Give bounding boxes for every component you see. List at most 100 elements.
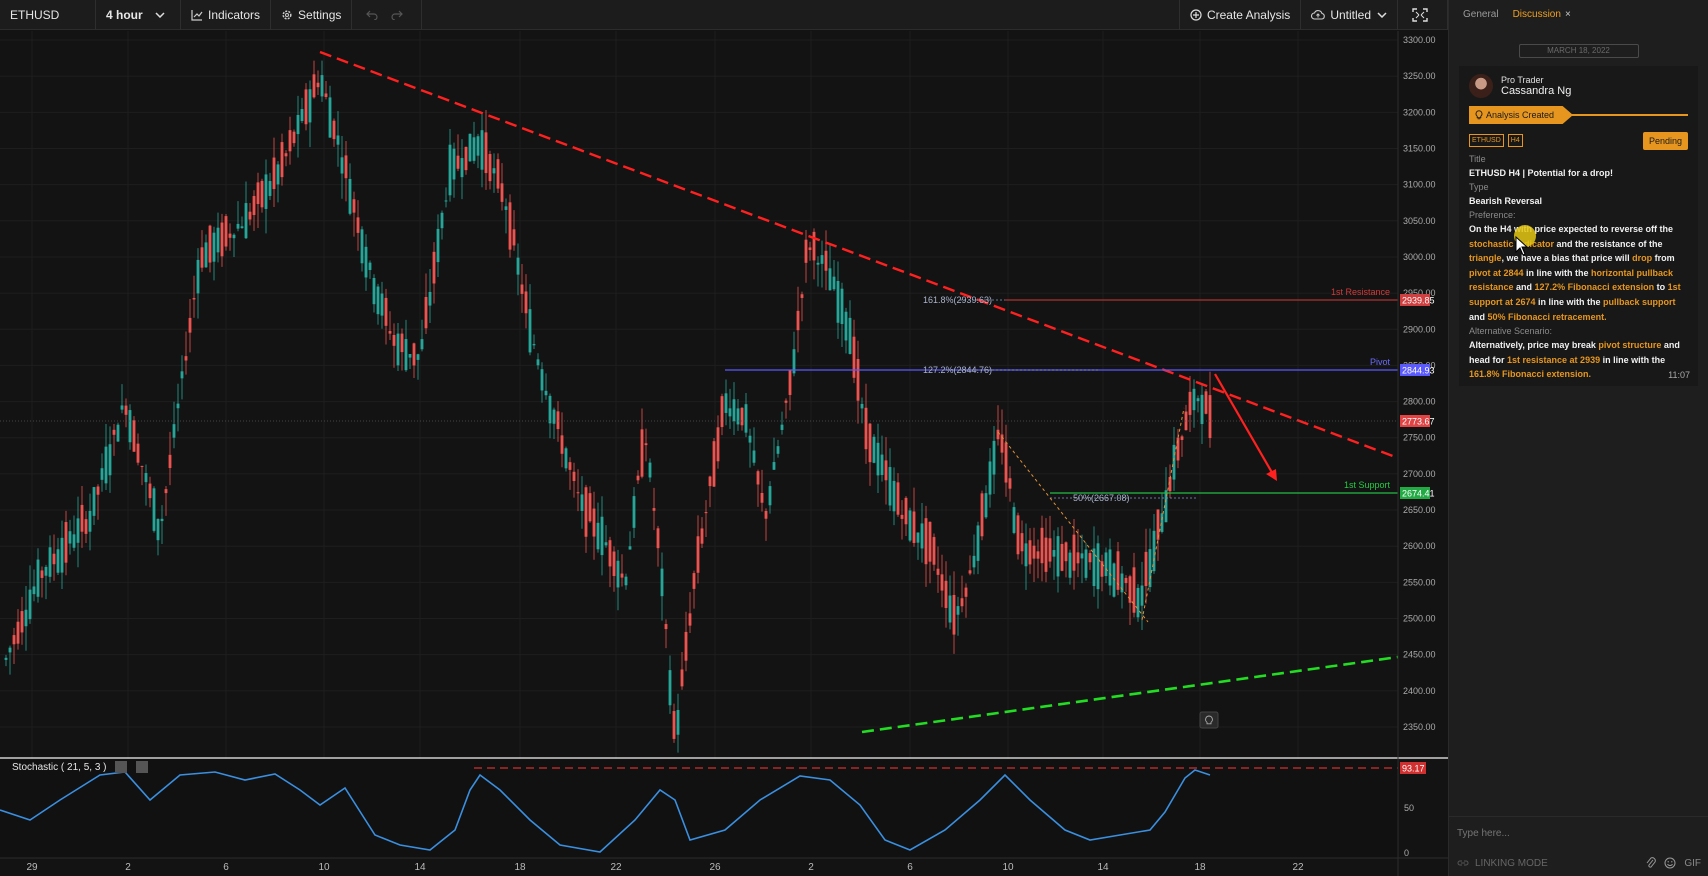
time-tick-label: 14 [414, 862, 426, 873]
attachment-icon[interactable] [1646, 857, 1657, 869]
candle-body [56, 549, 60, 573]
pivot-label: Pivot [1370, 357, 1391, 367]
candle-body [560, 435, 564, 454]
indicators-button[interactable]: Indicators [181, 0, 272, 30]
analysis-title: ETHUSD H4 | Potential for a drop! [1469, 168, 1614, 178]
time-tick-label: 14 [1097, 862, 1109, 873]
candle-body [396, 333, 400, 366]
highlight-term: pivot at 2844 [1469, 267, 1524, 278]
candle-body [928, 521, 932, 562]
layout-dropdown[interactable]: Untitled [1301, 0, 1398, 30]
highlight-term: stochastic indicator [1469, 238, 1555, 249]
time-tick-label: 6 [907, 862, 913, 873]
candle-body [988, 461, 992, 495]
candle-body [1056, 536, 1060, 577]
time-tick-label: 18 [1194, 862, 1206, 873]
candle-body [628, 546, 632, 550]
candle-body [1200, 394, 1204, 425]
candle-body [636, 475, 640, 481]
tab-discussion[interactable]: Discussion × [1513, 9, 1571, 20]
settings-button[interactable]: Settings [271, 0, 353, 30]
price-chart[interactable]: 161.8%(2939.63) 127.2%(2844.76) 50%(2667… [0, 31, 1448, 876]
candle-body [320, 75, 324, 97]
candle-body [232, 234, 236, 239]
candle-body [60, 537, 64, 573]
candle-body [452, 148, 456, 180]
candle-body [1100, 561, 1104, 577]
resistance-label: 1st Resistance [1331, 287, 1390, 297]
message-time: 11:07 [1668, 370, 1690, 380]
candle-body [188, 317, 192, 333]
time-tick-label: 2 [808, 862, 814, 873]
candle-body [1028, 540, 1032, 565]
candle-body [1136, 587, 1140, 618]
interval-dropdown[interactable]: 4 hour [96, 0, 181, 30]
candle-body [872, 436, 876, 463]
text-run: and [1513, 282, 1535, 293]
candle-body [1204, 391, 1208, 414]
pending-badge: Pending [1642, 132, 1688, 150]
analysis-card[interactable]: Pro Trader Cassandra Ng Analysis Created… [1459, 66, 1698, 386]
time-tick-label: 22 [610, 862, 622, 873]
avatar[interactable] [1469, 74, 1493, 98]
tab-general[interactable]: General [1463, 9, 1499, 20]
candle-body [880, 454, 884, 475]
candle-body [332, 120, 336, 140]
candle-body [88, 510, 92, 532]
create-analysis-button[interactable]: Create Analysis [1180, 0, 1302, 30]
candle-body [948, 595, 952, 623]
candle-body [112, 429, 116, 435]
idea-bulb-icon[interactable] [1199, 711, 1219, 729]
candle-body [440, 212, 444, 229]
toolbar-spacer [422, 0, 1180, 30]
text-run: to [1654, 282, 1668, 293]
gif-button[interactable]: GIF [1684, 858, 1701, 869]
symbol-selector[interactable]: ETHUSD [0, 0, 96, 30]
chart-canvas[interactable]: 161.8%(2939.63) 127.2%(2844.76) 50%(2667… [0, 31, 1448, 876]
text-run: and [1469, 311, 1488, 322]
candle-body [1072, 534, 1076, 571]
candle-body [612, 551, 616, 577]
linking-mode-label[interactable]: LINKING MODE [1475, 858, 1548, 869]
candle-body [1036, 551, 1040, 559]
price-tick-label: 2900.00 [1403, 324, 1436, 334]
candle-body [272, 157, 276, 190]
create-analysis-label: Create Analysis [1206, 7, 1291, 22]
candle-body [608, 540, 612, 567]
candle-body [1144, 551, 1148, 587]
candle-body [376, 286, 380, 315]
candle-body [424, 296, 428, 329]
indicator-remove-icon[interactable] [136, 761, 148, 773]
price-tick-label: 2700.00 [1403, 469, 1436, 479]
candle-body [1196, 398, 1200, 402]
undo-icon[interactable] [366, 10, 378, 20]
candle-body [436, 228, 440, 263]
message-input[interactable] [1457, 828, 1697, 839]
candle-body [924, 518, 928, 565]
candle-body [1192, 388, 1196, 411]
text-run: in line with the [1523, 267, 1592, 278]
status-label: Analysis Created [1486, 110, 1555, 120]
fullscreen-button[interactable] [1398, 0, 1448, 30]
link-icon[interactable] [1457, 858, 1469, 868]
candle-body [308, 89, 312, 123]
top-toolbar: ETHUSD 4 hour Indicators Settings Create… [0, 0, 1448, 30]
candle-body [1188, 391, 1192, 415]
candle-body [124, 405, 128, 415]
cloud-upload-icon [1311, 10, 1326, 20]
candle-body [952, 594, 956, 635]
date-separator: MARCH 18, 2022 [1518, 44, 1639, 58]
candle-body [12, 635, 16, 645]
candle-body [968, 570, 972, 574]
candle-body [48, 547, 52, 577]
price-tick-label: 2450.00 [1403, 650, 1436, 660]
candle-body [404, 339, 408, 371]
indicator-settings-icon[interactable] [115, 761, 127, 773]
redo-icon[interactable] [391, 10, 403, 20]
highlight-term: triangle [1469, 253, 1502, 264]
close-icon[interactable]: × [1565, 9, 1571, 20]
candle-body [76, 518, 80, 543]
emoji-icon[interactable] [1664, 857, 1676, 869]
candle-body [808, 247, 812, 250]
candle-body [996, 429, 1000, 440]
